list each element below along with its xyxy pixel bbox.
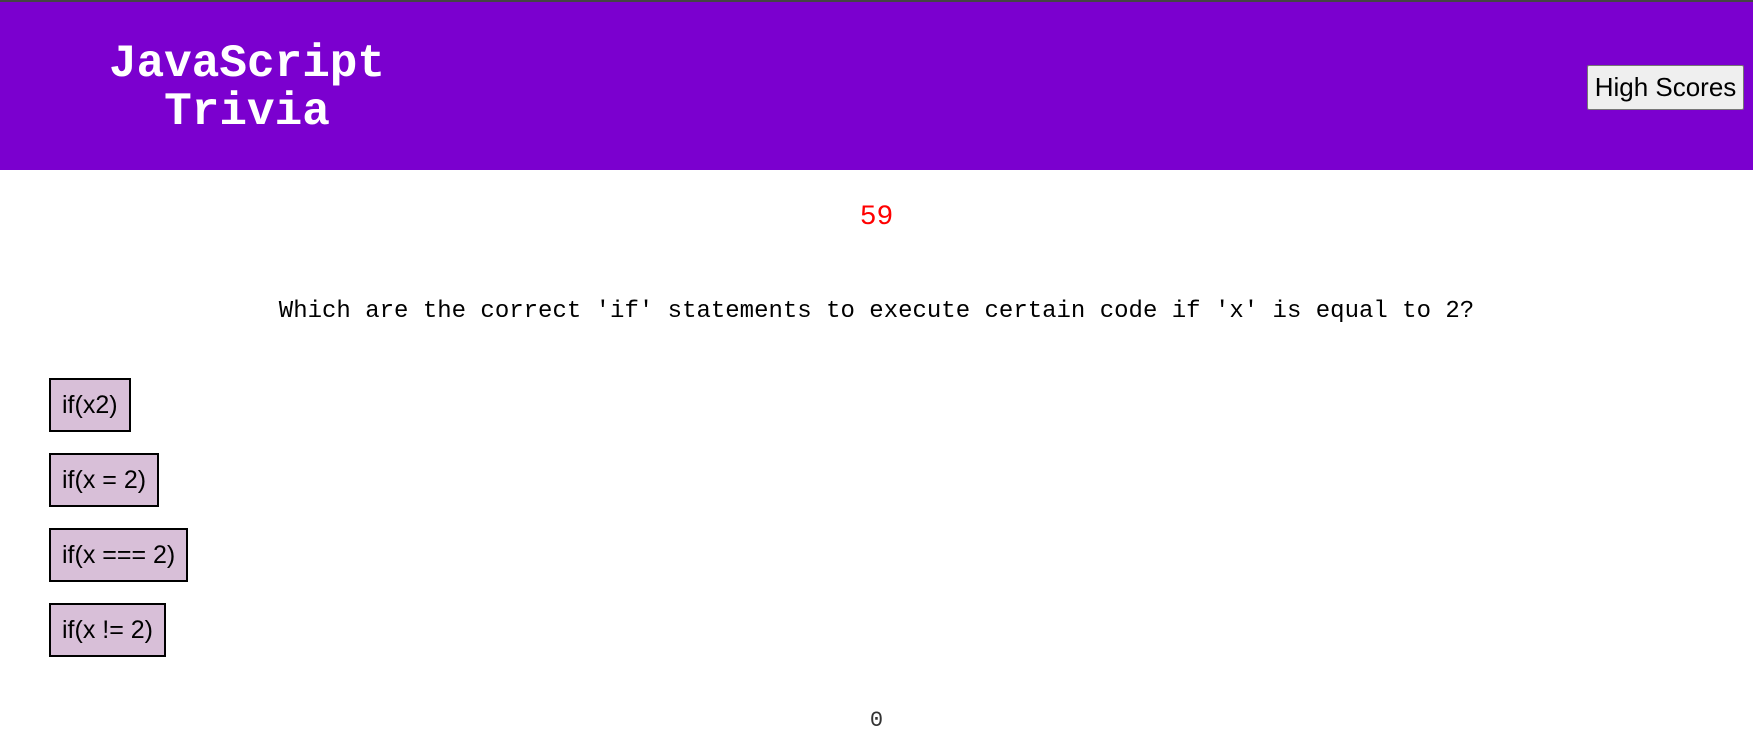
site-title: JavaScript Trivia [108,38,386,138]
question-text: Which are the correct 'if' statements to… [278,298,1475,325]
answer-button[interactable]: if(x = 2) [49,453,160,507]
score-display: 0 [869,708,884,733]
answer-button[interactable]: if(x != 2) [49,603,166,657]
answer-list: if(x2) if(x = 2) if(x === 2) if(x != 2) [49,378,189,678]
high-scores-button[interactable]: High Scores [1587,65,1744,110]
answer-button[interactable]: if(x2) [49,378,131,432]
answer-button[interactable]: if(x === 2) [49,528,189,582]
header-bar: JavaScript Trivia High Scores [0,0,1753,170]
countdown-timer: 59 [859,202,894,233]
